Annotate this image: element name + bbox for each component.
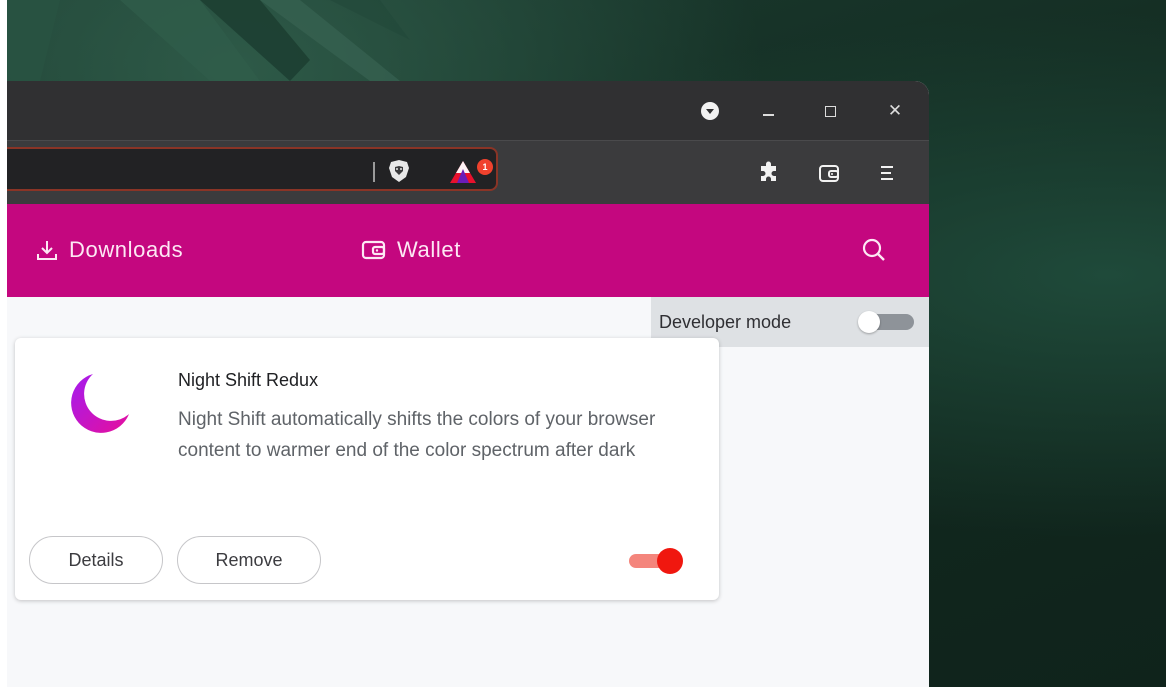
extension-name: Night Shift Redux — [178, 370, 319, 390]
nav-wallet[interactable]: Wallet — [361, 234, 461, 266]
developer-mode-label: Developer mode — [659, 311, 792, 332]
minimize-button[interactable] — [751, 97, 785, 125]
details-button[interactable]: Details — [29, 536, 163, 584]
screen-edge — [0, 0, 7, 687]
download-icon — [37, 241, 57, 260]
settings-navbar: Downloads Wallet — [7, 204, 929, 297]
browser-toolbar: 1 — [7, 140, 929, 205]
maximize-button[interactable] — [813, 97, 847, 125]
title-bar: ✕ — [7, 81, 929, 140]
extension-toggle-knob — [657, 548, 683, 574]
search-icon[interactable] — [861, 237, 887, 263]
minimize-icon — [762, 114, 774, 116]
nav-downloads[interactable]: Downloads — [35, 234, 183, 266]
developer-mode-toggle-knob — [858, 311, 880, 333]
developer-mode-toggle[interactable] — [858, 311, 914, 333]
wallet-icon — [361, 240, 386, 260]
profile-dropdown-button[interactable] — [693, 97, 727, 125]
remove-button[interactable]: Remove — [177, 536, 321, 584]
wallet-icon[interactable] — [817, 161, 841, 185]
extension-card: Night Shift Redux Night Shift automatica… — [15, 338, 719, 600]
extensions-puzzle-icon[interactable] — [757, 161, 781, 185]
nav-wallet-label: Wallet — [397, 237, 461, 262]
moon-icon — [71, 374, 129, 433]
menu-icon[interactable] — [875, 161, 899, 185]
browser-window: ✕ 1 Downloads Wallet Developer mode Nigh… — [7, 81, 929, 687]
extension-enable-toggle[interactable] — [627, 548, 691, 574]
maximize-icon — [824, 105, 836, 117]
address-bar-divider — [373, 162, 375, 182]
close-icon: ✕ — [887, 101, 903, 121]
profile-dropdown-icon — [701, 102, 719, 120]
rewards-badge: 1 — [477, 159, 493, 175]
nav-downloads-label: Downloads — [69, 237, 184, 262]
close-button[interactable]: ✕ — [878, 97, 912, 125]
address-bar[interactable]: 1 — [7, 147, 498, 191]
extension-description: Night Shift automatically shifts the col… — [178, 409, 656, 461]
brave-shields-icon[interactable] — [388, 159, 410, 183]
